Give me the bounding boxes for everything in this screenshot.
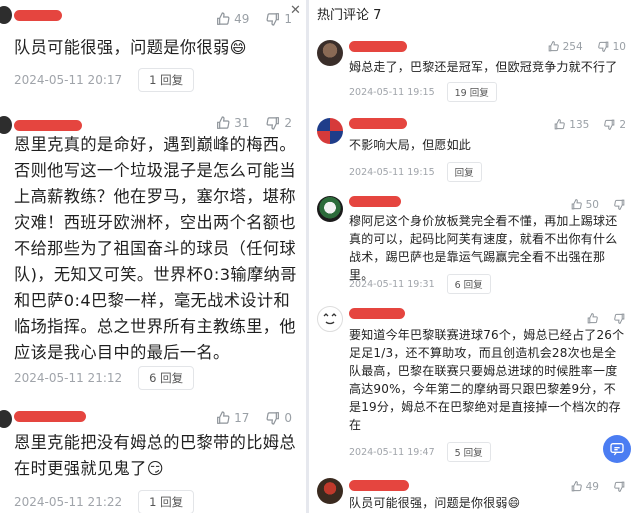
avatar[interactable] xyxy=(317,196,343,222)
avatar[interactable] xyxy=(0,6,12,24)
dislike-button[interactable]: 2 xyxy=(265,115,292,131)
like-button[interactable]: 254 xyxy=(547,40,583,53)
comment-date: 2024-05-11 19:31 xyxy=(349,278,435,290)
dislike-button[interactable]: 10 xyxy=(597,40,626,53)
avatar[interactable] xyxy=(317,478,343,504)
reply-button[interactable]: 6 回复 xyxy=(446,274,491,294)
thumbs-down-icon xyxy=(265,115,281,131)
comment-item: 50 穆阿尼这个身价放板凳完全看不懂，再加上踢球还真的可以，起码比阿芙有速度，就… xyxy=(309,190,640,294)
panel-title: 热门评论 7 xyxy=(317,8,382,23)
dislike-button[interactable] xyxy=(613,312,626,325)
username-redacted[interactable] xyxy=(14,411,86,422)
reply-button[interactable]: 19 回复 xyxy=(446,82,497,102)
username-redacted[interactable] xyxy=(14,120,82,131)
comment-item: 135 2 不影响大局，但愿如此 2024-05-11 19:15 回复 xyxy=(309,110,640,182)
avatar[interactable] xyxy=(317,40,343,66)
comment-text: 队员可能很强，问题是你很弱😄 xyxy=(14,38,247,57)
reply-button[interactable]: 1 回复 xyxy=(138,490,195,513)
comment-date: 2024-05-11 20:17 xyxy=(14,73,123,87)
thumbs-down-icon xyxy=(613,198,626,211)
thumbs-up-icon xyxy=(553,118,566,131)
thumbs-up-icon xyxy=(547,40,560,53)
thumbs-down-icon xyxy=(265,410,281,426)
like-button[interactable]: 49 xyxy=(570,480,599,493)
dislike-button[interactable] xyxy=(613,198,626,211)
username-redacted[interactable] xyxy=(349,308,405,319)
username-redacted[interactable] xyxy=(14,10,62,21)
floating-action-button[interactable] xyxy=(603,435,631,463)
avatar[interactable] xyxy=(317,306,343,332)
comment-text: 队员可能很强，问题是你很弱😄 xyxy=(349,496,521,510)
comment-text: 不影响大局，但愿如此 xyxy=(349,138,472,152)
comment-date: 2024-05-11 19:15 xyxy=(349,166,435,178)
dislike-button[interactable]: 0 xyxy=(265,410,292,426)
sketch-avatar-icon xyxy=(323,313,337,325)
like-button[interactable]: 17 xyxy=(215,410,249,426)
thumbs-up-icon xyxy=(215,410,231,426)
reply-button[interactable]: 6 回复 xyxy=(138,366,195,390)
avatar[interactable] xyxy=(0,116,12,134)
dislike-button[interactable]: 2 xyxy=(603,118,626,131)
thumbs-up-icon xyxy=(586,312,599,325)
like-button[interactable]: 31 xyxy=(215,115,249,131)
reply-button[interactable]: 1 回复 xyxy=(138,68,195,92)
comment-text: 恩里克能把没有姆总的巴黎带的比姆总在时更强就见鬼了😏 xyxy=(14,433,296,478)
comment-text: 姆总走了，巴黎还是冠军，但欧冠竞争力就不行了 xyxy=(349,60,618,74)
comment-date: 2024-05-11 19:15 xyxy=(349,86,435,98)
dislike-button[interactable]: 1 xyxy=(265,11,292,27)
reply-button[interactable]: 5 回复 xyxy=(446,442,491,462)
thumbs-up-icon xyxy=(570,480,583,493)
comment-item: 要知道今年巴黎联赛进球76个，姆总已经占了26个足足1/3，还不算助攻，而且创造… xyxy=(309,302,640,466)
comment-text: 恩里克真的是命好，遇到巅峰的梅西。否则他写这一个垃圾混子是怎么可能当上高薪教练？… xyxy=(14,135,297,362)
comment-text: 要知道今年巴黎联赛进球76个，姆总已经占了26个足足1/3，还不算助攻，而且创造… xyxy=(349,328,625,432)
like-button[interactable]: 50 xyxy=(570,198,599,211)
username-redacted[interactable] xyxy=(349,196,401,207)
thumbs-down-icon xyxy=(597,40,610,53)
thumbs-down-icon xyxy=(613,312,626,325)
comment-item: 49 队员可能很强，问题是你很弱😄 xyxy=(309,474,640,513)
like-button[interactable]: 135 xyxy=(553,118,589,131)
comment-date: 2024-05-11 21:22 xyxy=(14,495,123,509)
comment-date: 2024-05-11 19:47 xyxy=(349,446,435,458)
thumbs-down-icon xyxy=(265,11,281,27)
comment-date: 2024-05-11 21:12 xyxy=(14,371,123,385)
username-redacted[interactable] xyxy=(349,41,407,52)
thumbs-down-icon xyxy=(603,118,616,131)
avatar[interactable] xyxy=(317,118,343,144)
close-icon[interactable]: ✕ xyxy=(290,3,301,18)
left-comment-panel: 49 1 队员可能很强，问题是你很弱😄 2024-05-11 20:17 1 回… xyxy=(0,0,306,513)
comment-item: 49 1 队员可能很强，问题是你很弱😄 2024-05-11 20:17 1 回… xyxy=(0,0,306,92)
username-redacted[interactable] xyxy=(349,480,409,491)
comment-item: 31 2 恩里克真的是命好，遇到巅峰的梅西。否则他写这一个垃圾混子是怎么可能当上… xyxy=(0,100,306,395)
like-button[interactable]: 49 xyxy=(215,11,249,27)
comment-item: 254 10 姆总走了，巴黎还是冠军，但欧冠竞争力就不行了 2024-05-11… xyxy=(309,34,640,102)
hot-comments-panel: 热门评论 7 254 10 姆总走了，巴黎还是冠军，但欧冠竞争力就不行了 202… xyxy=(309,0,640,513)
like-button[interactable] xyxy=(586,312,599,325)
message-icon xyxy=(609,441,625,457)
thumbs-up-icon xyxy=(570,198,583,211)
avatar[interactable] xyxy=(0,410,12,428)
comment-item: 17 0 恩里克能把没有姆总的巴黎带的比姆总在时更强就见鬼了😏 2024-05-… xyxy=(0,402,306,513)
reply-button[interactable]: 回复 xyxy=(446,162,482,182)
username-redacted[interactable] xyxy=(349,118,407,129)
thumbs-up-icon xyxy=(215,11,231,27)
dislike-button[interactable] xyxy=(613,480,626,493)
thumbs-down-icon xyxy=(613,480,626,493)
thumbs-up-icon xyxy=(215,115,231,131)
